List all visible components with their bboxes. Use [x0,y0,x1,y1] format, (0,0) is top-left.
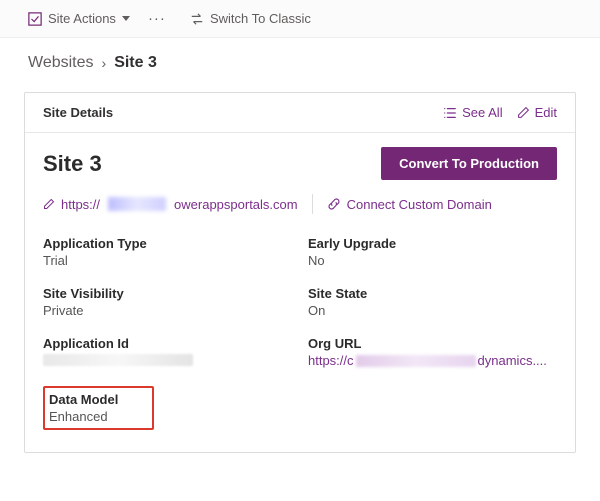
pencil-icon [517,106,530,119]
site-details-card: Site Details See All Edit Site 3 Convert… [24,92,576,453]
card-header: Site Details See All Edit [25,93,575,133]
switch-icon [190,12,204,26]
empty-cell [308,386,557,430]
field-early-upgrade: Early Upgrade No [308,236,557,268]
field-label: Application Id [43,336,292,351]
edit-button[interactable]: Edit [517,105,557,120]
edit-label: Edit [535,105,557,120]
checkbox-icon [28,12,42,26]
connect-custom-domain-button[interactable]: Connect Custom Domain [327,197,492,212]
redacted-url-segment [356,355,476,367]
field-site-state: Site State On [308,286,557,318]
site-url-prefix: https:// [61,197,100,212]
chevron-right-icon: › [102,55,107,71]
org-url-suffix: dynamics.... [478,353,547,368]
field-label: Site State [308,286,557,301]
highlight-box: Data Model Enhanced [43,386,154,430]
chevron-down-icon [122,16,130,21]
switch-classic-label: Switch To Classic [210,11,311,26]
site-actions-menu[interactable]: Site Actions [28,11,130,26]
card-body: Site 3 Convert To Production https:// ow… [25,133,575,452]
site-url-row: https:// owerappsportals.com Connect Cus… [43,194,557,214]
breadcrumb: Websites › Site 3 [0,38,600,82]
field-label: Data Model [49,392,118,407]
link-icon [327,197,341,211]
org-url-prefix: https://c [308,353,354,368]
site-url-suffix: owerappsportals.com [174,197,298,212]
breadcrumb-parent[interactable]: Websites [28,54,94,72]
redacted-url-segment [108,197,166,211]
list-icon [443,106,457,120]
more-actions-button[interactable]: ··· [148,10,166,27]
field-label: Org URL [308,336,557,351]
field-value: Private [43,303,292,318]
field-application-type: Application Type Trial [43,236,292,268]
convert-to-production-button[interactable]: Convert To Production [381,147,557,180]
redacted-value [43,354,193,366]
field-value: No [308,253,557,268]
field-site-visibility: Site Visibility Private [43,286,292,318]
vertical-divider [312,194,313,214]
site-name: Site 3 [43,151,102,177]
see-all-label: See All [462,105,502,120]
field-value: Enhanced [49,409,118,424]
field-application-id: Application Id [43,336,292,368]
site-url-link[interactable]: https:// owerappsportals.com [43,197,298,212]
field-data-model: Data Model Enhanced [43,386,292,430]
card-title: Site Details [43,105,113,120]
field-label: Site Visibility [43,286,292,301]
card-actions: See All Edit [443,105,557,120]
site-actions-label: Site Actions [48,11,116,26]
field-label: Early Upgrade [308,236,557,251]
field-value: On [308,303,557,318]
connect-domain-label: Connect Custom Domain [347,197,492,212]
see-all-button[interactable]: See All [443,105,502,120]
top-command-bar: Site Actions ··· Switch To Classic [0,0,600,38]
org-url-link[interactable]: https://c dynamics.... [308,353,557,368]
switch-classic-button[interactable]: Switch To Classic [190,11,311,26]
details-grid: Application Type Trial Early Upgrade No … [43,236,557,430]
pencil-icon [43,198,55,210]
field-label: Application Type [43,236,292,251]
site-header-row: Site 3 Convert To Production [43,147,557,180]
breadcrumb-current: Site 3 [114,54,157,72]
field-org-url: Org URL https://c dynamics.... [308,336,557,368]
field-value: Trial [43,253,292,268]
